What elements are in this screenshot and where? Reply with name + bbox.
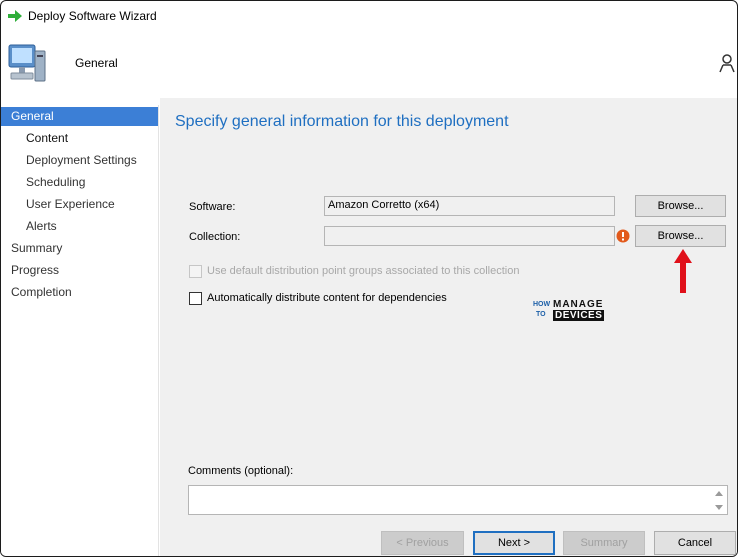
scroll-down-arrow-icon[interactable]	[712, 501, 726, 513]
sidebar-item-content[interactable]: Content	[1, 129, 158, 148]
auto-distribute-checkbox[interactable]	[189, 292, 202, 305]
summary-button[interactable]: Summary	[563, 531, 645, 555]
software-label: Software:	[189, 201, 236, 213]
collection-browse-button[interactable]: Browse...	[635, 225, 726, 247]
sidebar-item-general[interactable]: General	[1, 107, 158, 126]
howto-manage-devices-logo: HOW TO MANAGE DEVICES	[533, 299, 605, 321]
wizard-window: Deploy Software Wizard General General C…	[0, 0, 738, 557]
computer-icon	[8, 44, 46, 82]
exclamation-icon	[616, 229, 630, 243]
software-field[interactable]: Amazon Corretto (x64)	[324, 196, 615, 216]
next-button[interactable]: Next >	[473, 531, 555, 555]
section-heading: Specify general information for this dep…	[175, 113, 509, 130]
wizard-steps-sidebar: General Content Deployment Settings Sche…	[1, 105, 159, 556]
green-arrow-icon	[8, 10, 22, 22]
sidebar-item-deployment-settings[interactable]: Deployment Settings	[1, 151, 158, 170]
collection-field[interactable]	[324, 226, 615, 246]
window-title: Deploy Software Wizard	[28, 9, 157, 23]
sidebar-item-scheduling[interactable]: Scheduling	[1, 173, 158, 192]
sidebar-item-completion[interactable]: Completion	[1, 283, 158, 302]
collection-label: Collection:	[189, 231, 241, 243]
previous-button[interactable]: < Previous	[381, 531, 464, 555]
software-browse-button[interactable]: Browse...	[635, 195, 726, 217]
default-dp-groups-label: Use default distribution point groups as…	[207, 265, 520, 277]
scroll-up-arrow-icon[interactable]	[712, 487, 726, 499]
sidebar-item-progress[interactable]: Progress	[1, 261, 158, 280]
default-dp-groups-checkbox[interactable]	[189, 265, 202, 278]
comments-textarea[interactable]	[188, 485, 728, 515]
wizard-header: General	[1, 31, 737, 97]
red-annotation-arrow-icon	[674, 249, 692, 293]
cancel-button[interactable]: Cancel	[654, 531, 736, 555]
wizard-main-panel: Specify general information for this dep…	[160, 98, 737, 556]
title-bar: Deploy Software Wizard	[1, 1, 737, 31]
comments-label: Comments (optional):	[188, 465, 294, 477]
page-title: General	[75, 56, 118, 70]
sidebar-item-summary[interactable]: Summary	[1, 239, 158, 258]
sidebar-item-alerts[interactable]: Alerts	[1, 217, 158, 236]
user-icon	[719, 54, 735, 73]
sidebar-item-user-experience[interactable]: User Experience	[1, 195, 158, 214]
auto-distribute-label: Automatically distribute content for dep…	[207, 292, 447, 304]
